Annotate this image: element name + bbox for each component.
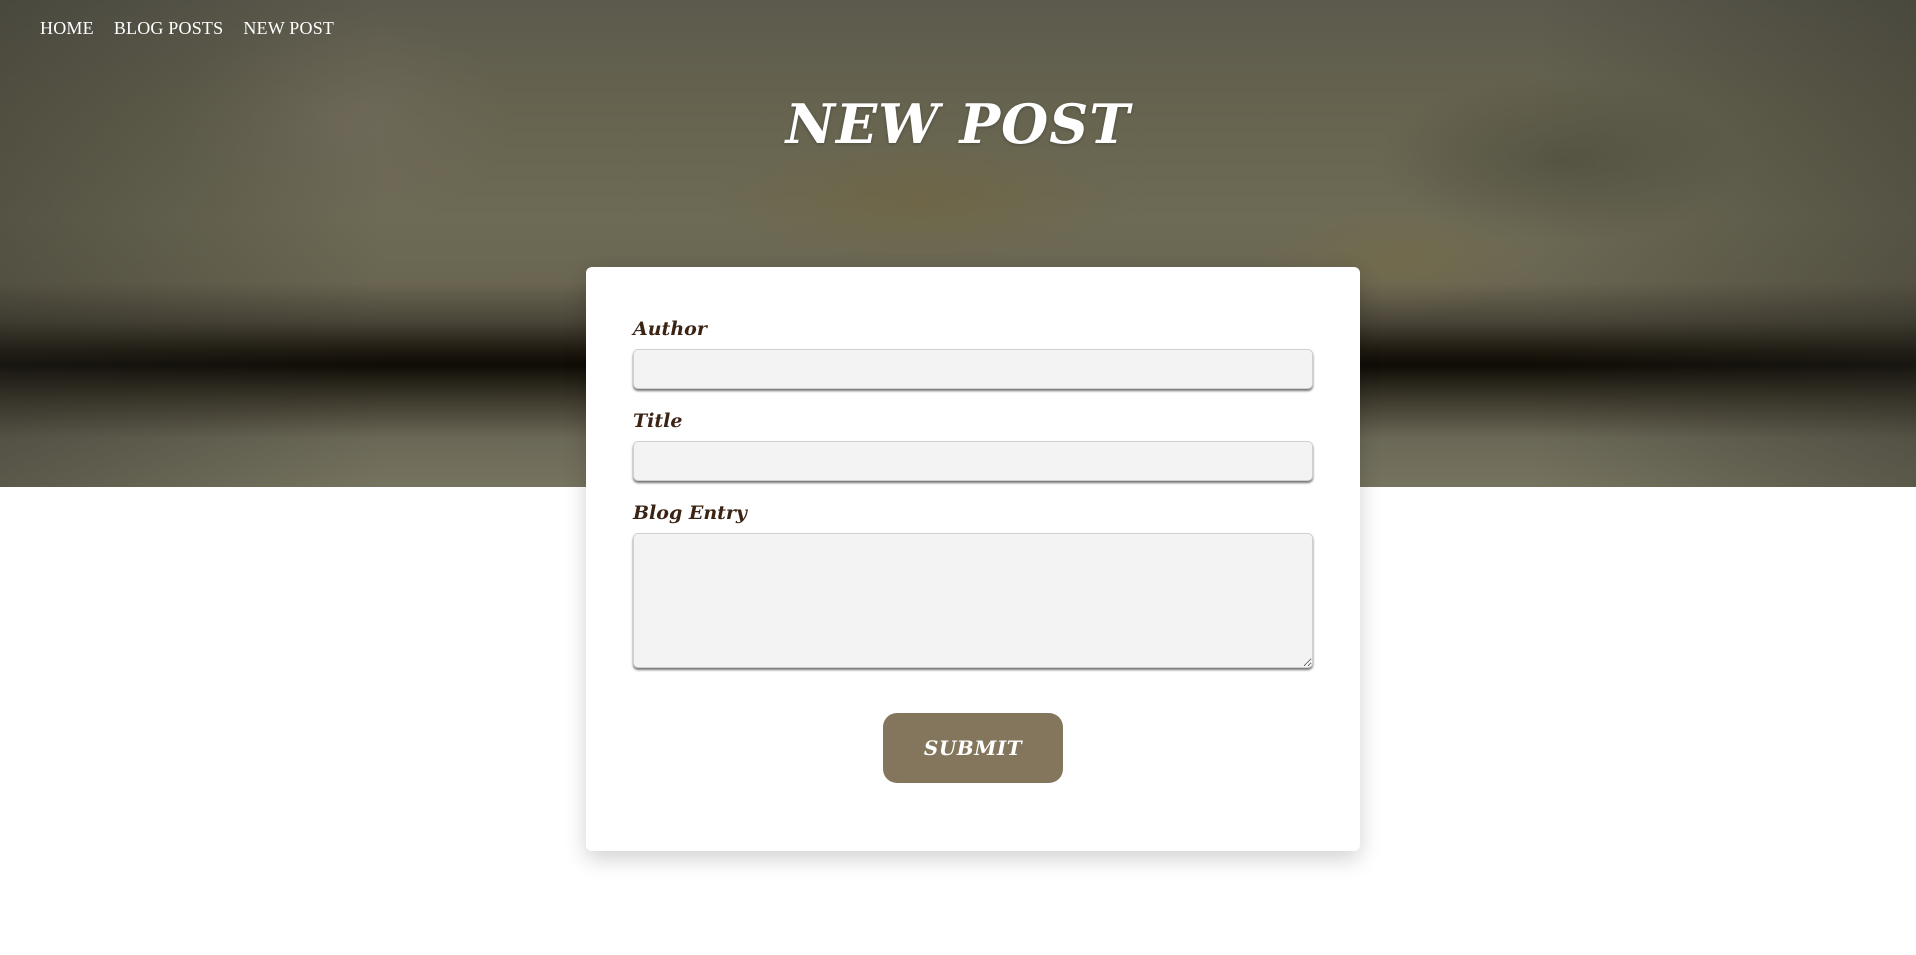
blog-entry-label: Blog Entry xyxy=(633,502,747,524)
nav-blog-posts-link[interactable]: BLOG POSTS xyxy=(114,18,224,39)
submit-button[interactable]: SUBMIT xyxy=(883,713,1063,783)
author-label: Author xyxy=(633,318,707,340)
submit-container: SUBMIT xyxy=(633,713,1313,783)
title-label: Title xyxy=(633,410,683,432)
new-post-form: Author Title Blog Entry SUBMIT xyxy=(633,317,1313,783)
nav-new-post-link[interactable]: NEW POST xyxy=(243,18,334,39)
new-post-form-card: Author Title Blog Entry SUBMIT xyxy=(586,267,1360,851)
nav-home-link[interactable]: HOME xyxy=(40,18,94,39)
title-input[interactable] xyxy=(633,441,1313,481)
top-nav: HOME BLOG POSTS NEW POST xyxy=(40,18,334,39)
author-input[interactable] xyxy=(633,349,1313,389)
page-title: NEW POST xyxy=(785,92,1131,156)
blog-entry-textarea[interactable] xyxy=(633,533,1313,668)
